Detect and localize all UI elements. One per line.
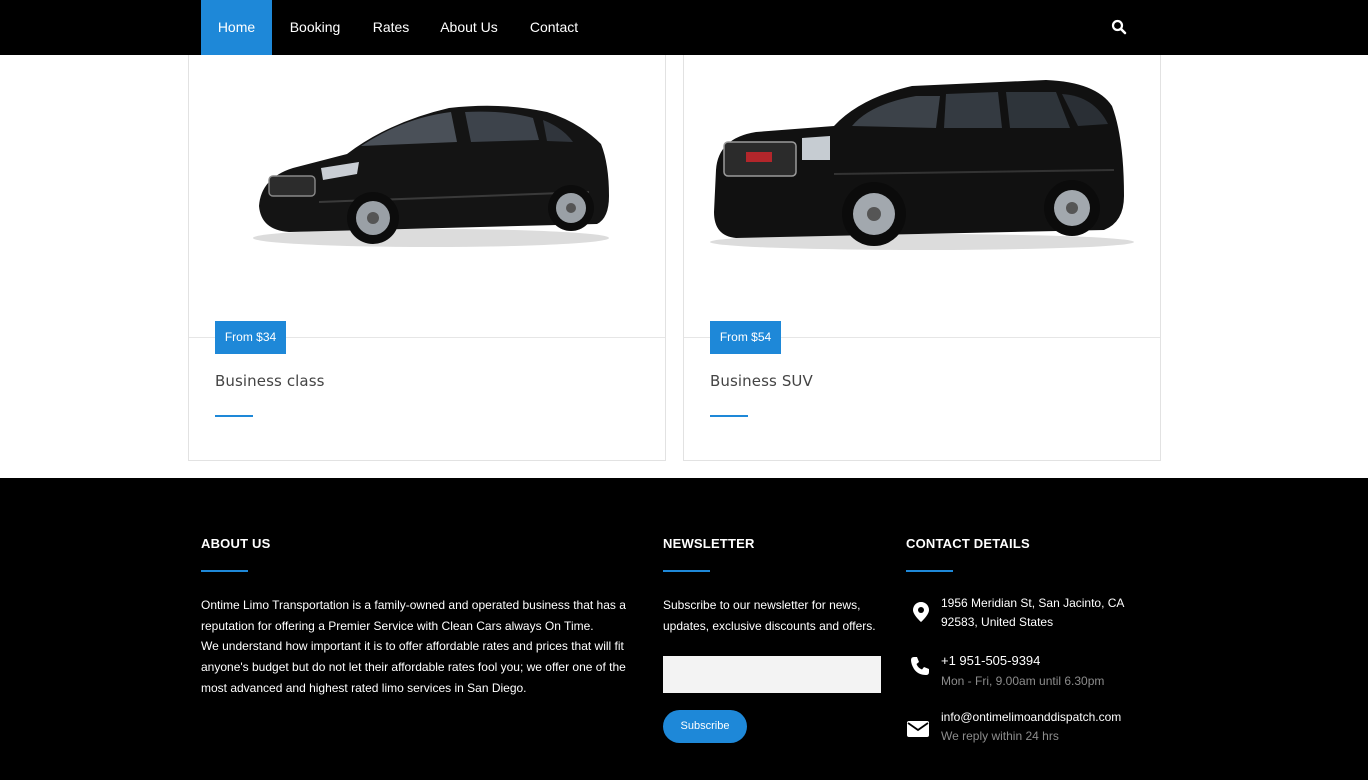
about-paragraph-1: Ontime Limo Transportation is a family-o… bbox=[201, 598, 626, 633]
newsletter-heading: NEWSLETTER bbox=[663, 536, 755, 551]
contact-email[interactable]: info@ontimelimoanddispatch.com bbox=[941, 710, 1121, 724]
newsletter-email-input[interactable] bbox=[663, 656, 881, 693]
search-icon[interactable] bbox=[1111, 19, 1127, 35]
vehicle-card-business-suv[interactable]: From $54 Business SUV bbox=[683, 45, 1161, 461]
black-sedan-image bbox=[253, 105, 609, 247]
newsletter-text: Subscribe to our newsletter for news, up… bbox=[663, 598, 876, 633]
top-navbar: Home Booking Rates About Us Contact bbox=[0, 0, 1368, 55]
nav-booking[interactable]: Booking bbox=[278, 0, 352, 55]
contact-address-line2: 92583, United States bbox=[941, 615, 1054, 629]
card-title-underline bbox=[215, 415, 253, 417]
card-title[interactable]: Business class bbox=[215, 372, 325, 390]
vehicle-card-business-class[interactable]: From $34 Business class bbox=[188, 45, 666, 461]
nav-home[interactable]: Home bbox=[201, 0, 272, 55]
nav-rates[interactable]: Rates bbox=[364, 0, 418, 55]
card-title[interactable]: Business SUV bbox=[710, 372, 813, 390]
contact-heading: CONTACT DETAILS bbox=[906, 536, 1030, 551]
nav-about-us[interactable]: About Us bbox=[430, 0, 508, 55]
envelope-icon bbox=[907, 721, 929, 737]
about-heading-underline bbox=[201, 570, 248, 572]
phone-icon bbox=[911, 657, 929, 675]
newsletter-heading-underline bbox=[663, 570, 710, 572]
contact-hours: Mon - Fri, 9.00am until 6.30pm bbox=[941, 674, 1105, 688]
contact-phone[interactable]: +1 951-505-9394 bbox=[941, 653, 1040, 668]
price-badge: From $54 bbox=[710, 321, 781, 354]
footer: ABOUT US Ontime Limo Transportation is a… bbox=[0, 478, 1368, 780]
nav-contact[interactable]: Contact bbox=[520, 0, 588, 55]
about-text: Ontime Limo Transportation is a family-o… bbox=[201, 595, 641, 699]
contact-address-line1: 1956 Meridian St, San Jacinto, CA bbox=[941, 596, 1125, 610]
card-title-underline bbox=[710, 415, 748, 417]
about-paragraph-2: We understand how important it is to off… bbox=[201, 639, 626, 695]
contact-heading-underline bbox=[906, 570, 953, 572]
black-suv-image bbox=[710, 80, 1134, 250]
map-pin-icon bbox=[913, 602, 929, 622]
contact-reply-note: We reply within 24 hrs bbox=[941, 729, 1059, 743]
subscribe-button[interactable]: Subscribe bbox=[663, 710, 747, 743]
price-badge: From $34 bbox=[215, 321, 286, 354]
about-heading: ABOUT US bbox=[201, 536, 271, 551]
